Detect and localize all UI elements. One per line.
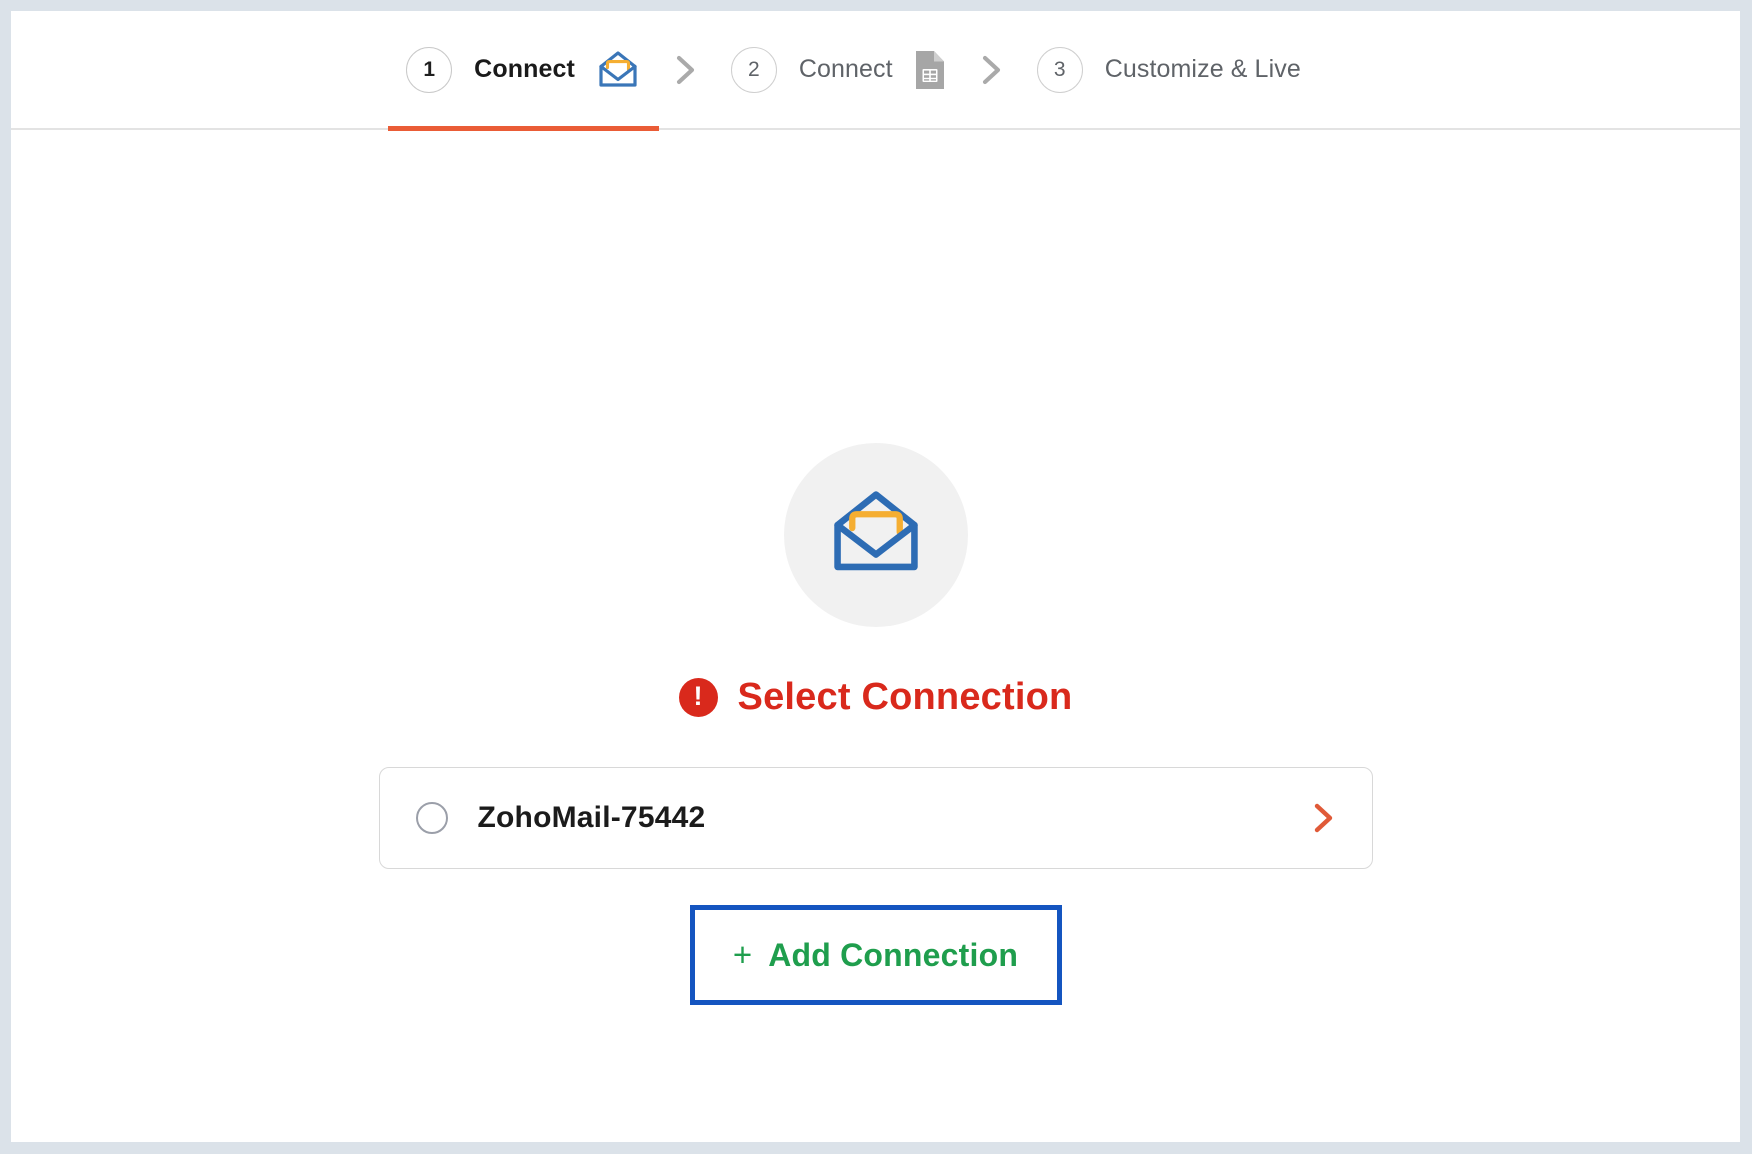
zoho-mail-envelope-icon (595, 49, 641, 91)
stepper-separator-1 (659, 53, 713, 87)
plus-icon: + (732, 935, 753, 973)
step-3-number: 3 (1036, 46, 1083, 93)
stepper-items: 1 Connect 2 Connect 3 Customize & Live (388, 11, 1319, 131)
stepper-step-1[interactable]: 1 Connect (388, 11, 659, 131)
step-1-label: Connect (474, 55, 575, 83)
chevron-right-icon[interactable] (1308, 799, 1338, 837)
step-1-number: 1 (406, 46, 453, 93)
stepper-separator-2 (965, 53, 1019, 87)
main-content: ! Select Connection ZohoMail-75442 + Add… (11, 130, 1740, 1142)
step-3-label: Customize & Live (1104, 55, 1301, 83)
add-connection-label: Add Connection (768, 936, 1019, 973)
stepper-step-2[interactable]: 2 Connect (713, 11, 965, 129)
step-2-number: 2 (730, 46, 777, 93)
page-title: Select Connection (737, 676, 1073, 718)
exclamation-circle-icon: ! (678, 678, 718, 717)
select-connection-headline: ! Select Connection (678, 676, 1073, 719)
add-connection-button[interactable]: + Add Connection (689, 905, 1062, 1005)
connection-radio-button[interactable] (415, 802, 448, 834)
page-content: 1 Connect 2 Connect 3 Customize & Live !… (11, 11, 1740, 1142)
wizard-stepper: 1 Connect 2 Connect 3 Customize & Live (11, 11, 1740, 131)
stepper-step-3[interactable]: 3 Customize & Live (1019, 11, 1319, 129)
brand-icon-container (783, 443, 968, 627)
connection-name-label: ZohoMail-75442 (477, 801, 706, 834)
step-2-label: Connect (798, 55, 893, 83)
zoho-mail-envelope-icon (824, 485, 928, 586)
window-frame: 1 Connect 2 Connect 3 Customize & Live !… (0, 0, 1752, 1154)
exclamation-glyph: ! (693, 681, 703, 711)
google-sheets-document-icon (913, 49, 947, 91)
connection-list-item-zohomail[interactable]: ZohoMail-75442 (378, 767, 1373, 869)
